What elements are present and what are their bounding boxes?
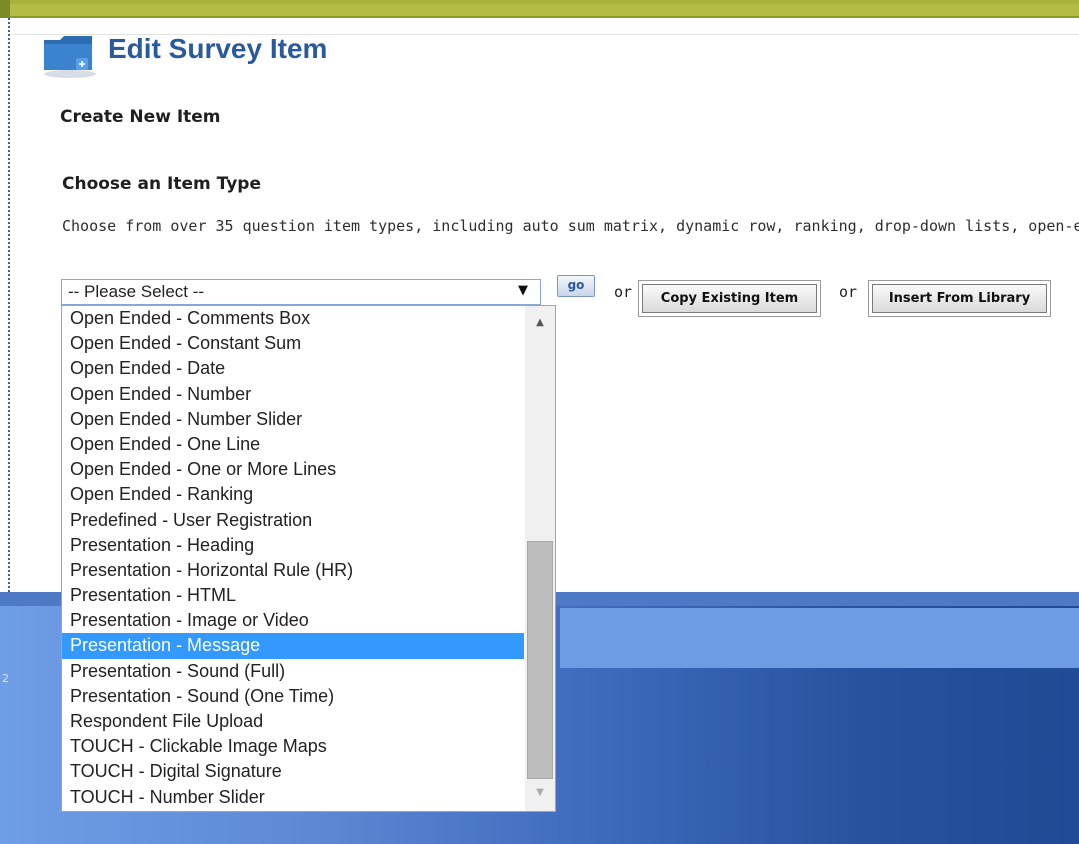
insert-from-library-button[interactable]: Insert From Library [868,280,1051,317]
footer-band-highlight [560,608,1079,668]
item-type-select[interactable]: -- Please Select -- ▼ [61,279,541,305]
dropdown-options: Open Ended - Comments Box Open Ended - Co… [62,306,524,811]
top-accent-bar [0,0,1079,18]
dropdown-option[interactable]: Presentation - Image or Video [62,608,524,633]
create-new-item-heading: Create New Item [60,107,221,127]
item-type-select-value: -- Please Select -- [68,282,205,301]
scroll-up-arrow-icon[interactable]: ▲ [525,314,555,332]
dropdown-option[interactable]: Open Ended - Date [62,356,524,381]
dropdown-option[interactable]: Presentation - Heading [62,533,524,558]
top-accent-bar-inner [0,4,1079,18]
dropdown-option[interactable]: Open Ended - Ranking [62,482,524,507]
top-accent-bar-left [0,0,10,18]
footer-fragment-text: 2 [2,672,9,685]
dropdown-scrollbar[interactable]: ▲ ▼ [525,306,555,811]
or-separator-1: or [614,283,633,301]
item-type-dropdown-list[interactable]: Open Ended - Comments Box Open Ended - Co… [61,305,556,812]
dropdown-option[interactable]: Presentation - Sound (One Time) [62,684,524,709]
dropdown-option[interactable]: Presentation - Message [62,633,524,659]
dropdown-option[interactable]: Open Ended - Number Slider [62,407,524,432]
dropdown-option[interactable]: Open Ended - Number [62,382,524,407]
chevron-down-icon: ▼ [518,283,528,298]
dropdown-option[interactable]: Respondent File Upload [62,709,524,734]
choose-item-type-heading: Choose an Item Type [62,174,261,194]
go-button[interactable]: go [557,275,595,297]
dropdown-option[interactable]: Open Ended - Comments Box [62,306,524,331]
or-separator-2: or [839,283,858,301]
dropdown-option[interactable]: Presentation - Horizontal Rule (HR) [62,558,524,583]
copy-existing-item-label: Copy Existing Item [642,284,817,313]
dropdown-option[interactable]: TOUCH - Digital Signature [62,759,524,784]
dropdown-option[interactable]: TOUCH - Clickable Image Maps [62,734,524,759]
page-title: Edit Survey Item [108,33,328,64]
dropdown-option[interactable]: Open Ended - One or More Lines [62,457,524,482]
item-type-description: Choose from over 35 question item types,… [62,217,1079,235]
dropdown-option[interactable]: TOUCH - Number Slider [62,785,524,810]
scroll-down-arrow-icon[interactable]: ▼ [525,784,555,802]
dropdown-option[interactable]: Predefined - User Registration [62,508,524,533]
copy-existing-item-button[interactable]: Copy Existing Item [638,280,821,317]
dropdown-option[interactable]: Open Ended - Constant Sum [62,331,524,356]
scrollbar-thumb[interactable] [527,541,553,779]
insert-from-library-label: Insert From Library [872,284,1047,313]
dropdown-option[interactable]: Presentation - Sound (Full) [62,659,524,684]
dropdown-option[interactable]: Presentation - HTML [62,583,524,608]
dropdown-option[interactable]: Open Ended - One Line [62,432,524,457]
folder-add-icon [44,36,96,78]
